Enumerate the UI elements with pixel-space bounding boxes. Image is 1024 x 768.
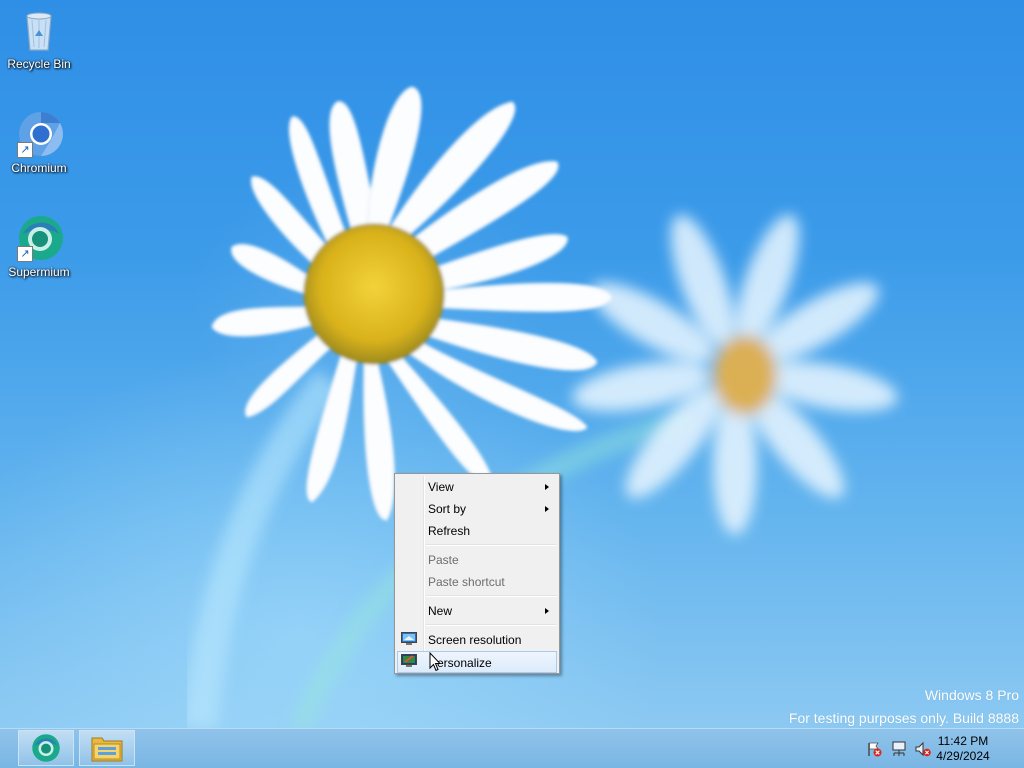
clock-date: 4/29/2024	[936, 749, 990, 763]
menu-item-paste[interactable]: Paste	[397, 549, 557, 571]
menu-separator	[426, 595, 557, 597]
network-icon[interactable]	[891, 741, 907, 757]
supermium-icon	[32, 734, 60, 762]
submenu-arrow-icon	[545, 506, 549, 512]
screen-resolution-icon	[401, 632, 417, 645]
supermium-icon: ↗	[15, 214, 63, 262]
windows-watermark: Windows 8 Pro For testing purposes only.…	[789, 684, 1019, 728]
watermark-edition: Windows 8 Pro	[924, 687, 1019, 703]
desktop-icon-label: Supermium	[8, 265, 70, 279]
desktop-background[interactable]: Recycle Bin ↗ Chromium ↗ Supermium Windo…	[0, 0, 1024, 728]
taskbar-button-supermium[interactable]	[18, 730, 74, 766]
desktop-icon-label: Recycle Bin	[7, 57, 71, 71]
taskbar-button-file-explorer[interactable]	[79, 730, 135, 766]
watermark-build: For testing purposes only. Build 8888	[788, 710, 1019, 726]
submenu-arrow-icon	[545, 608, 549, 614]
menu-item-personalize[interactable]: Personalize	[397, 651, 557, 673]
submenu-arrow-icon	[545, 484, 549, 490]
shortcut-arrow-icon: ↗	[17, 142, 33, 158]
file-explorer-icon	[91, 737, 123, 762]
desktop-icon-label: Chromium	[11, 161, 67, 175]
menu-separator	[426, 624, 557, 626]
menu-item-label: Sort by	[428, 502, 467, 516]
menu-item-screen-resolution[interactable]: Screen resolution	[397, 629, 557, 651]
taskbar-clock[interactable]: 11:42 PM 4/29/2024	[928, 734, 998, 764]
clock-time: 11:42 PM	[937, 734, 989, 748]
mouse-pointer-icon	[429, 652, 441, 672]
menu-item-label: Paste shortcut	[428, 575, 505, 589]
menu-item-label: Paste	[428, 553, 459, 567]
desktop-icon-recycle-bin[interactable]: Recycle Bin	[1, 6, 77, 71]
menu-item-paste-shortcut[interactable]: Paste shortcut	[397, 571, 557, 593]
desktop-icon-supermium[interactable]: ↗ Supermium	[1, 214, 77, 279]
menu-item-view[interactable]: View	[397, 476, 557, 498]
menu-item-label: Refresh	[428, 524, 471, 538]
shortcut-arrow-icon: ↗	[17, 246, 33, 262]
desktop-icon-chromium[interactable]: ↗ Chromium	[1, 110, 77, 175]
menu-item-label: Screen resolution	[428, 633, 522, 647]
desktop-context-menu: View Sort by Refresh Paste Paste shortcu…	[394, 473, 560, 674]
menu-item-refresh[interactable]: Refresh	[397, 520, 557, 542]
menu-item-label: New	[428, 604, 453, 618]
action-center-flag-icon[interactable]	[866, 741, 882, 757]
personalize-icon	[401, 654, 417, 667]
menu-separator	[426, 544, 557, 546]
taskbar: 11:42 PM 4/29/2024	[0, 728, 1024, 768]
recycle-bin-icon	[15, 6, 63, 54]
chromium-icon: ↗	[15, 110, 63, 158]
menu-item-label: View	[428, 480, 454, 494]
menu-item-new[interactable]: New	[397, 600, 557, 622]
menu-item-sort-by[interactable]: Sort by	[397, 498, 557, 520]
